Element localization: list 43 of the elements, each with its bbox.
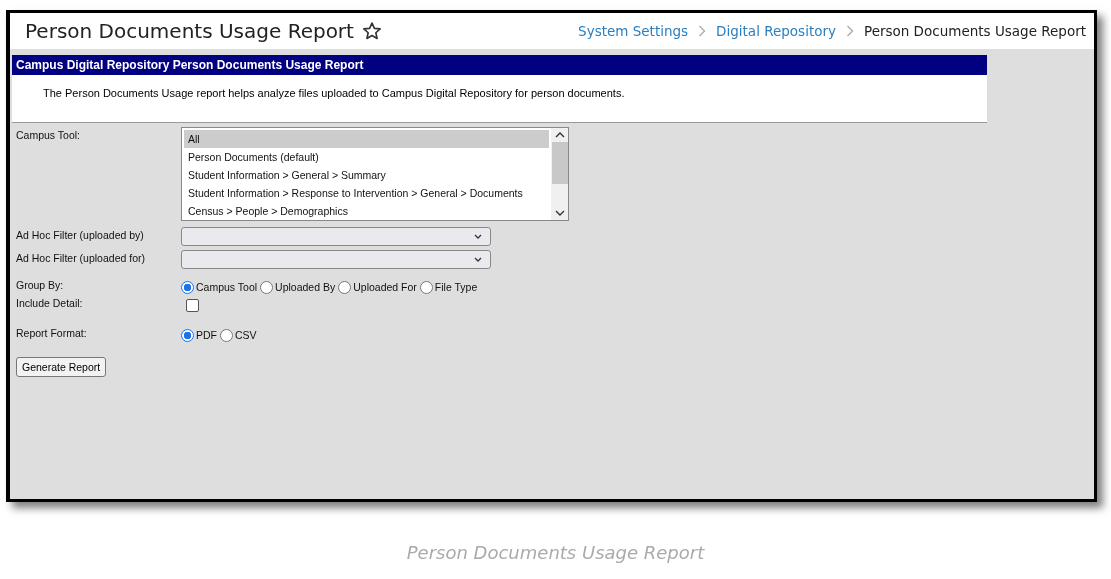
field-label: Campus Tool: [16,128,81,143]
field-label: Group By: [16,278,65,293]
list-option[interactable]: Person Documents (default) [184,148,549,166]
radio-button[interactable] [220,328,233,342]
radio-button[interactable] [419,280,433,294]
caret-icon [474,256,482,263]
caption-text: Person Documents Usage Report [405,542,706,563]
chevron-icon [698,25,707,37]
radio-button[interactable] [181,328,194,342]
radio-button[interactable] [338,280,352,294]
field-label: Ad Hoc Filter (uploaded for) [16,251,146,266]
banner-title: Campus Digital Repository Person Documents Usage Report [12,55,987,75]
scroll-up-icon[interactable] [554,131,565,139]
radio-label[interactable]: PDF [196,329,217,341]
page-title: Person Documents Usage Report [25,19,354,43]
radio-label[interactable]: Uploaded By [275,281,336,293]
breadcrumb-link[interactable]: System Settings [578,23,689,39]
radio-button[interactable] [181,280,194,294]
radio-button[interactable] [260,280,274,294]
field-label: Include Detail: [16,297,84,311]
radio-label[interactable]: File Type [434,281,478,293]
checkbox[interactable] [186,299,199,312]
dropdown-field[interactable] [181,250,491,269]
breadcrumb-link[interactable]: Digital Repository [716,23,836,39]
radio-label[interactable]: CSV [235,329,257,341]
list-option[interactable]: Census > People > Demographics [184,202,549,220]
radio-label[interactable]: Campus Tool [196,281,258,293]
dropdown-field[interactable] [181,227,491,246]
campus-tool-listbox[interactable]: All Person Documents (default) Student Information > General > Summary Student Information > Response to Intervention > General > Documents Census > People > Demographics [181,127,569,221]
list-option[interactable]: All [184,130,549,148]
scroll-down-icon[interactable] [554,209,565,217]
caret-icon [474,233,482,240]
field-label: Report Format: [16,326,88,341]
description-text: The Person Documents Usage report helps analyze files uploaded to Campus Digital Repository for person documents. [42,86,626,101]
scrollbar[interactable] [551,128,568,220]
radio-label[interactable]: Uploaded For [353,281,417,293]
generate-report-button[interactable]: Generate Report [16,357,107,377]
list-option[interactable]: Student Information > General > Summary [184,166,549,184]
field-label: Ad Hoc Filter (uploaded by) [16,228,145,243]
chevron-icon [845,25,854,37]
breadcrumb-current: Person Documents Usage Report [863,23,1086,39]
star-icon[interactable] [361,21,382,41]
list-option[interactable]: Student Information > Response to Intervention > General > Documents [184,184,549,202]
